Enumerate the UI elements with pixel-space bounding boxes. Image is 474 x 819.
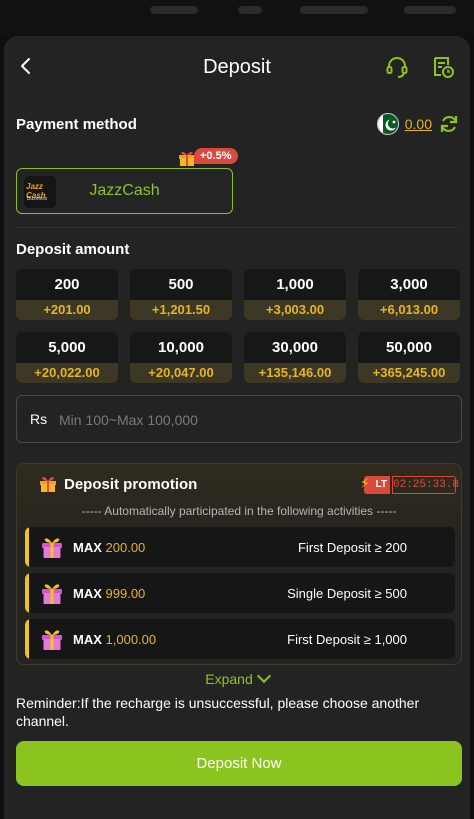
amount-bonus: +20,022.00 (16, 363, 118, 383)
amount-option[interactable]: 200 +201.00 (16, 269, 118, 320)
promotion-subtitle: ----- Automatically participated in the … (81, 504, 397, 518)
amount-option[interactable]: 50,000 +365,245.00 (358, 332, 460, 383)
lt-text: LT (375, 479, 387, 490)
row-accent-bar (25, 527, 29, 567)
max-value: 999.00 (105, 586, 146, 601)
limited-time-badge: ⚡ LT (360, 475, 390, 494)
pakistan-flag-icon (376, 113, 399, 135)
payment-method-label: Payment method (16, 116, 137, 133)
amount-bonus: +201.00 (16, 300, 118, 320)
max-value: 1,000.00 (105, 632, 157, 647)
expand-button[interactable]: Expand (4, 668, 470, 687)
promotion-condition: First Deposit ≥ 200 (297, 540, 407, 555)
deposit-sheet: Deposit Payment method 0.00 +0.5% Jazz C… (4, 36, 470, 819)
promotion-row[interactable]: MAX 999.00 Single Deposit ≥ 500 (25, 573, 455, 613)
amount-value: 10,000 (158, 339, 204, 356)
max-reward: MAX 200.00 (73, 540, 145, 555)
countdown-timer: 02:25:33.8 (392, 476, 459, 494)
amount-option[interactable]: 1,000 +3,003.00 (244, 269, 346, 320)
chevron-down-icon (256, 668, 271, 684)
max-reward: MAX 999.00 (73, 586, 145, 601)
gift-box-icon (42, 584, 62, 604)
background-blur-3 (300, 6, 368, 14)
expand-label: Expand (205, 671, 253, 687)
promotion-condition: First Deposit ≥ 1,000 (287, 632, 407, 647)
amount-input[interactable] (59, 406, 449, 434)
gift-box-icon (42, 538, 62, 558)
row-accent-bar (25, 573, 29, 613)
payment-method-jazzcash[interactable]: Jazz Cash Business JazzCash (16, 168, 233, 214)
gift-box-icon (42, 630, 62, 650)
balance-display: 0.00 (376, 112, 460, 136)
promotion-condition: Single Deposit ≥ 500 (287, 586, 407, 601)
background-page-strip (0, 0, 474, 36)
payment-method-name: JazzCash (89, 182, 160, 199)
row-accent-bar (25, 619, 29, 659)
amount-value: 5,000 (48, 339, 86, 356)
background-blur-4 (404, 6, 456, 14)
amount-bonus: +365,245.00 (358, 363, 460, 383)
amount-input-field: Rs (16, 395, 462, 443)
balance-value: 0.00 (404, 116, 432, 132)
amount-value: 50,000 (386, 339, 432, 356)
lightning-icon: ⚡ (360, 475, 370, 491)
promotion-row[interactable]: MAX 1,000.00 First Deposit ≥ 1,000 (25, 619, 455, 659)
amount-value: 30,000 (272, 339, 318, 356)
max-value: 200.00 (105, 540, 146, 555)
amount-value: 1,000 (276, 276, 314, 293)
max-label: MAX (73, 632, 102, 647)
amount-bonus: +3,003.00 (244, 300, 346, 320)
history-icon[interactable] (430, 54, 456, 80)
amount-bonus: +6,013.00 (358, 300, 460, 320)
deposit-promotion-panel: Deposit promotion ⚡ LT 02:25:33.8 ----- A… (16, 463, 462, 665)
amount-option[interactable]: 10,000 +20,047.00 (130, 332, 232, 383)
max-reward: MAX 1,000.00 (73, 632, 156, 647)
amount-value: 200 (54, 276, 80, 293)
currency-label: Rs (30, 411, 48, 427)
amount-value: 3,000 (390, 276, 428, 293)
amount-option[interactable]: 5,000 +20,022.00 (16, 332, 118, 383)
amount-bonus: +135,146.00 (244, 363, 346, 383)
promotion-title: Deposit promotion (64, 476, 198, 493)
background-blur-1 (150, 6, 198, 14)
header: Deposit (4, 36, 470, 98)
gift-icon (40, 477, 56, 492)
headset-icon[interactable] (384, 54, 410, 80)
promotion-row[interactable]: MAX 200.00 First Deposit ≥ 200 (25, 527, 455, 567)
refresh-icon[interactable] (438, 113, 460, 135)
deposit-amount-label: Deposit amount (16, 241, 130, 258)
deposit-now-button[interactable]: Deposit Now (16, 741, 462, 786)
max-label: MAX (73, 586, 102, 601)
amount-option[interactable]: 500 +1,201.50 (130, 269, 232, 320)
amount-option[interactable]: 30,000 +135,146.00 (244, 332, 346, 383)
amount-option[interactable]: 3,000 +6,013.00 (358, 269, 460, 320)
bonus-badge: +0.5% (194, 148, 238, 164)
amount-bonus: +20,047.00 (130, 363, 232, 383)
amount-bonus: +1,201.50 (130, 300, 232, 320)
reminder-text: Reminder:If the recharge is unsuccessful… (16, 695, 420, 729)
background-blur-2 (238, 6, 262, 14)
amount-value: 500 (168, 276, 194, 293)
max-label: MAX (73, 540, 102, 555)
divider (16, 227, 458, 228)
amount-options: 200 +201.00 500 +1,201.50 1,000 +3,003.00 3… (16, 269, 462, 383)
